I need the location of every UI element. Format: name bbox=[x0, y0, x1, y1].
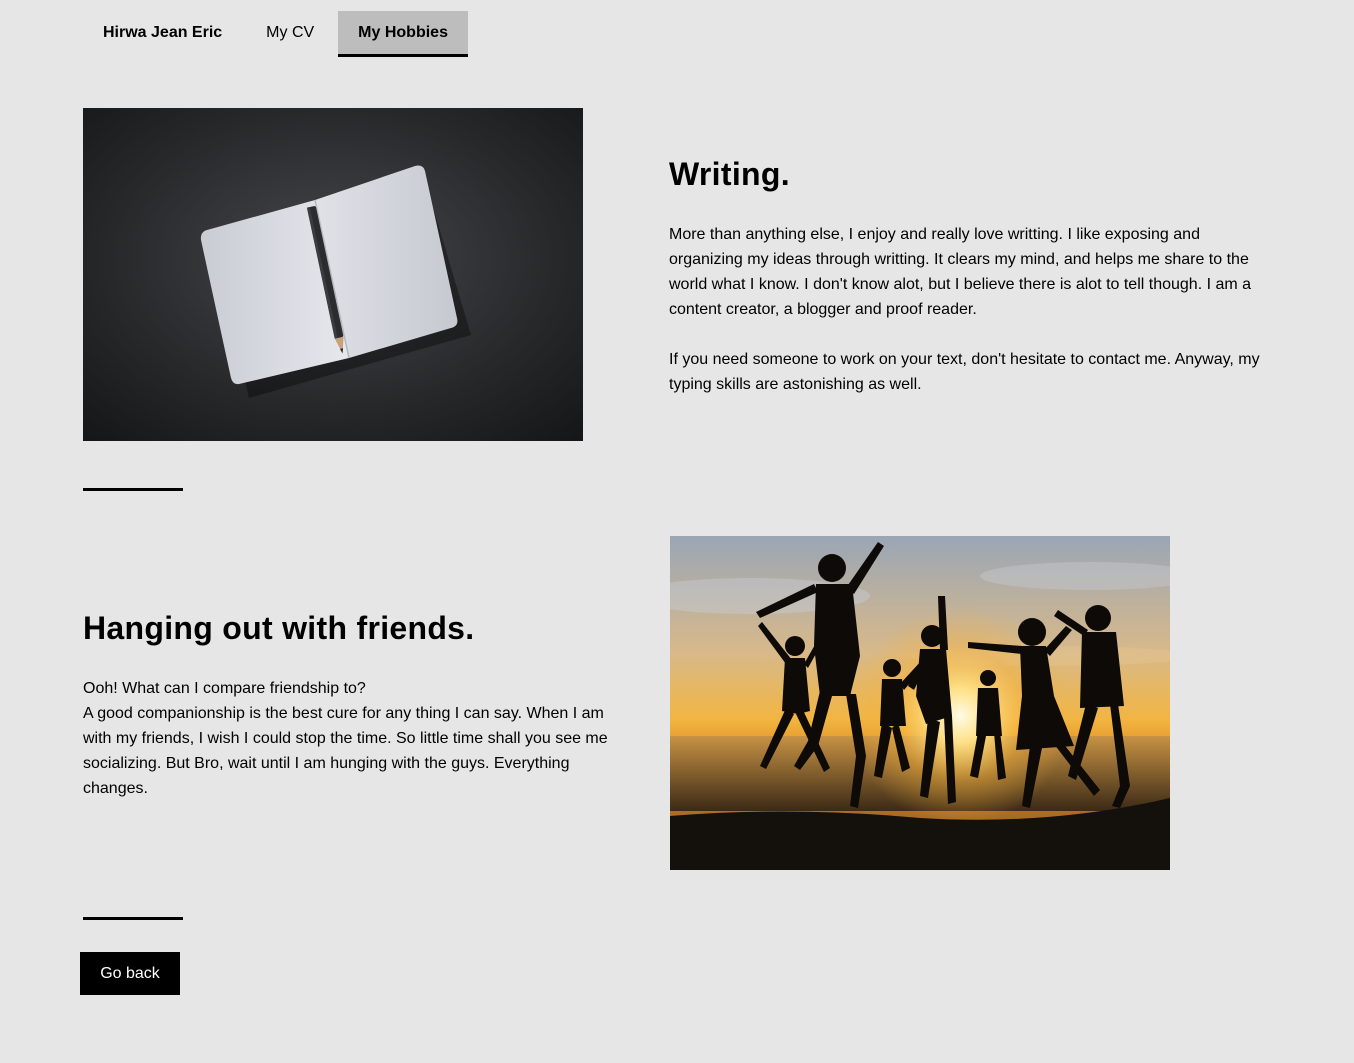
nav-item-my-cv[interactable]: My CV bbox=[246, 11, 338, 57]
notebook-image bbox=[83, 108, 583, 441]
section-divider-1 bbox=[83, 488, 183, 491]
nav-item-my-hobbies[interactable]: My Hobbies bbox=[338, 11, 468, 57]
friends-sunset-image bbox=[670, 536, 1170, 870]
writing-paragraph-2: If you need someone to work on your text… bbox=[669, 351, 1260, 393]
go-back-button[interactable]: Go back bbox=[80, 952, 180, 995]
friends-title: Hanging out with friends. bbox=[83, 610, 475, 646]
writing-paragraph-1: More than anything else, I enjoy and rea… bbox=[669, 226, 1252, 318]
writing-title: Writing. bbox=[669, 156, 790, 192]
friends-paragraph-1: Ooh! What can I compare friendship to? bbox=[83, 680, 366, 697]
friends-paragraph-2: A good companionship is the best cure fo… bbox=[83, 705, 608, 797]
section-divider-2 bbox=[83, 917, 183, 920]
top-nav: Hirwa Jean Eric My CV My Hobbies bbox=[83, 11, 468, 57]
nav-brand-link[interactable]: Hirwa Jean Eric bbox=[83, 11, 246, 57]
